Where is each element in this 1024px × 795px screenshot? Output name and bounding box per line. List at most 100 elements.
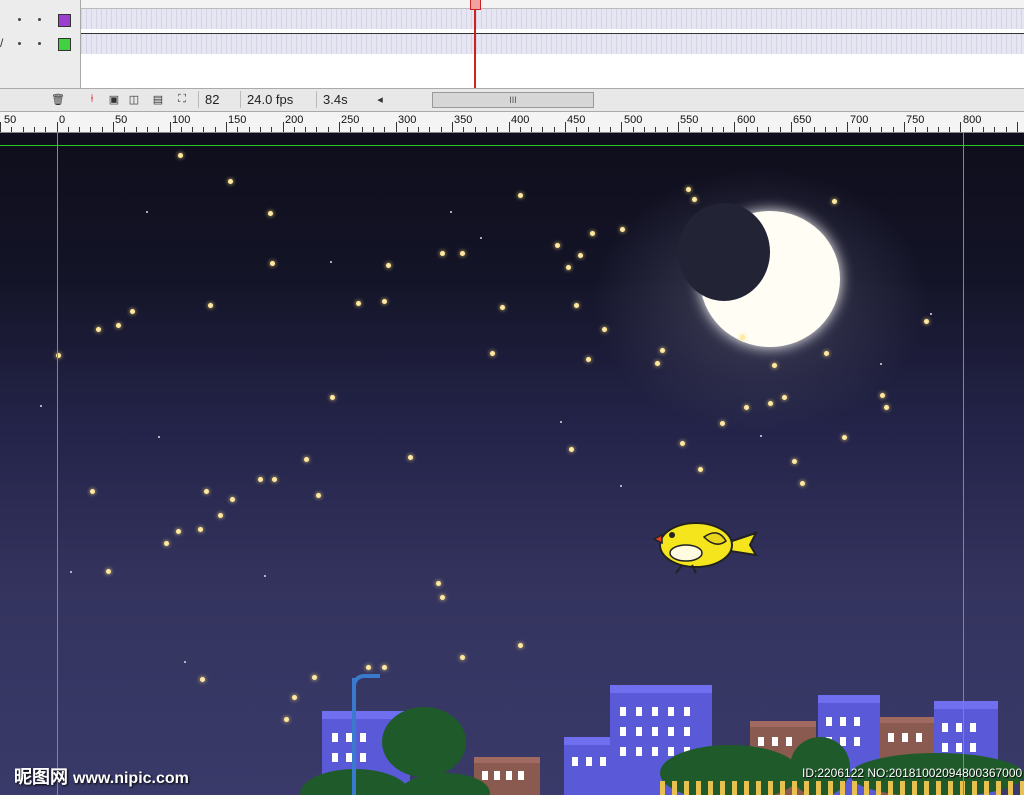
bird[interactable]	[652, 515, 758, 577]
ruler-tick	[192, 127, 193, 132]
center-frame-icon[interactable]: ⍿	[84, 92, 100, 107]
ruler-tick	[599, 127, 600, 132]
star	[178, 153, 183, 158]
ruler-tick	[226, 122, 227, 132]
ruler-tick	[757, 127, 758, 132]
ruler-tick	[294, 127, 295, 132]
lock-dot-icon[interactable]	[38, 18, 41, 21]
ruler-tick	[531, 127, 532, 132]
ruler-tick	[34, 127, 35, 132]
guide-line-horizontal[interactable]	[0, 145, 1024, 146]
star	[382, 299, 387, 304]
star	[164, 541, 169, 546]
ruler-tick	[215, 127, 216, 132]
ruler-tick	[452, 122, 453, 132]
ruler-tick	[11, 127, 12, 132]
ruler-tick	[994, 127, 995, 132]
layer-color-swatch[interactable]	[58, 14, 71, 27]
star	[116, 323, 121, 328]
star	[792, 459, 797, 464]
frame-strip-layer-1[interactable]	[81, 9, 1024, 29]
ruler-label: 150	[228, 114, 247, 126]
ruler-tick	[870, 127, 871, 132]
scroll-thumb-grip[interactable]: III	[509, 95, 517, 105]
frame-strip-layer-2[interactable]	[81, 33, 1024, 54]
star	[382, 665, 387, 670]
star	[782, 395, 787, 400]
playhead-handle[interactable]	[470, 0, 481, 10]
ruler-tick	[113, 122, 114, 132]
star	[70, 571, 72, 573]
ruler-tick	[667, 127, 668, 132]
visibility-dot-icon[interactable]	[18, 18, 21, 21]
ruler-tick	[328, 127, 329, 132]
frame-grid[interactable]	[81, 0, 1024, 88]
star	[720, 421, 725, 426]
ruler-tick	[237, 127, 238, 132]
ruler-tick	[881, 127, 882, 132]
ruler-tick	[271, 127, 272, 132]
star	[569, 447, 574, 452]
guide-line-vertical[interactable]	[963, 133, 964, 795]
star	[480, 237, 482, 239]
current-frame-field[interactable]: 82	[198, 91, 226, 108]
layer-color-swatch[interactable]	[58, 38, 71, 51]
ruler-tick	[893, 127, 894, 132]
ruler-tick	[565, 122, 566, 132]
ruler-tick	[814, 127, 815, 132]
playhead[interactable]	[470, 0, 481, 88]
scroll-left-icon[interactable]: ◂	[372, 92, 388, 107]
star	[268, 211, 273, 216]
star	[176, 529, 181, 534]
ruler-tick	[170, 122, 171, 132]
ruler-tick	[373, 127, 374, 132]
star	[620, 227, 625, 232]
ruler-label: 300	[398, 114, 417, 126]
star	[450, 211, 452, 213]
ruler-tick	[746, 127, 747, 132]
ruler-tick	[418, 127, 419, 132]
layer-row[interactable]	[0, 10, 80, 32]
edit-multiple-frames-icon[interactable]: ▤	[150, 92, 166, 107]
ruler-tick	[497, 127, 498, 132]
layer-row[interactable]: /	[0, 34, 80, 56]
star	[590, 231, 595, 236]
ruler-tick	[972, 127, 973, 132]
onion-outline-icon[interactable]: ◫	[126, 92, 142, 107]
ruler-tick	[90, 127, 91, 132]
star	[316, 493, 321, 498]
ruler-tick	[949, 127, 950, 132]
visibility-dot-icon[interactable]	[18, 42, 21, 45]
ruler-tick	[124, 127, 125, 132]
ruler-tick	[158, 127, 159, 132]
guide-line-vertical[interactable]	[57, 133, 58, 795]
star	[272, 477, 277, 482]
ruler-tick	[791, 122, 792, 132]
ruler-tick	[181, 127, 182, 132]
lock-dot-icon[interactable]	[38, 42, 41, 45]
ruler-tick	[938, 127, 939, 132]
star	[824, 351, 829, 356]
ruler-tick	[23, 127, 24, 132]
star	[366, 665, 371, 670]
ruler-label: 350	[454, 114, 473, 126]
star	[740, 335, 745, 340]
stage-canvas[interactable]: 昵图网 www.nipic.com ID:2206122 NO:20181002…	[0, 133, 1024, 795]
star	[744, 405, 749, 410]
ruler-tick	[396, 122, 397, 132]
onion-skin-icon[interactable]: ▣	[106, 92, 122, 107]
ruler-tick	[723, 127, 724, 132]
modify-onion-markers-icon[interactable]: ⛶	[174, 92, 190, 107]
elapsed-time-field: 3.4s	[316, 91, 354, 108]
frame-ruler[interactable]	[81, 0, 1024, 9]
watermark-site-url: www.nipic.com	[73, 770, 189, 787]
timeline-scrollbar[interactable]: III	[432, 92, 594, 108]
trash-icon[interactable]: 🗑	[50, 92, 66, 107]
ruler-tick	[486, 127, 487, 132]
ruler-tick	[260, 127, 261, 132]
ruler-tick	[520, 127, 521, 132]
star	[760, 435, 762, 437]
ruler-tick	[475, 127, 476, 132]
frame-rate-field[interactable]: 24.0 fps	[240, 91, 300, 108]
star	[602, 327, 607, 332]
